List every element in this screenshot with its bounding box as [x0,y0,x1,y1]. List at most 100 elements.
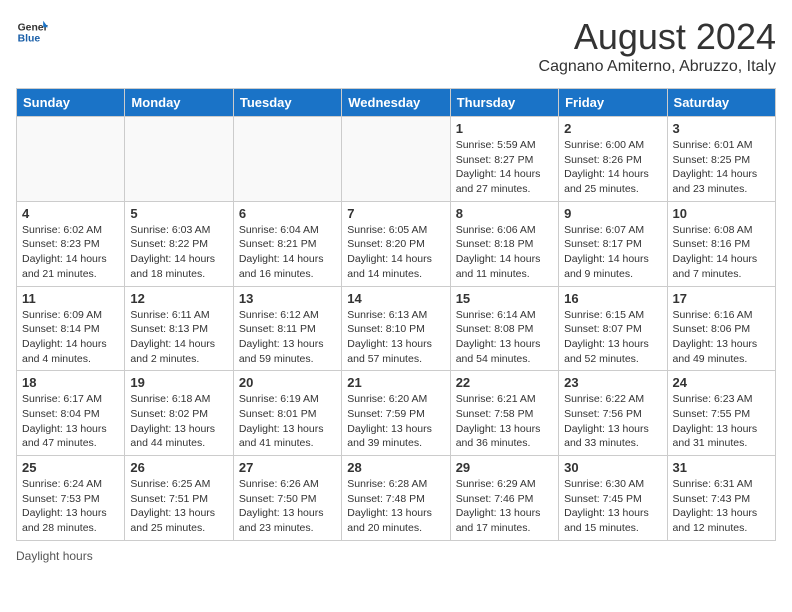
table-row: 11Sunrise: 6:09 AM Sunset: 8:14 PM Dayli… [17,286,125,371]
day-info: Sunrise: 6:13 AM Sunset: 8:10 PM Dayligh… [347,308,444,367]
table-row: 26Sunrise: 6:25 AM Sunset: 7:51 PM Dayli… [125,456,233,541]
daylight-label: Daylight hours [16,549,93,563]
day-info: Sunrise: 6:29 AM Sunset: 7:46 PM Dayligh… [456,477,553,536]
table-row: 7Sunrise: 6:05 AM Sunset: 8:20 PM Daylig… [342,201,450,286]
header-friday: Friday [559,89,667,117]
title-area: August 2024 Cagnano Amiterno, Abruzzo, I… [539,16,776,76]
day-info: Sunrise: 6:16 AM Sunset: 8:06 PM Dayligh… [673,308,770,367]
day-info: Sunrise: 6:06 AM Sunset: 8:18 PM Dayligh… [456,223,553,282]
calendar-week-row: 1 Sunrise: 5:59 AM Sunset: 8:27 PM Daylig… [17,117,776,202]
header-wednesday: Wednesday [342,89,450,117]
day-info: Sunrise: 6:05 AM Sunset: 8:20 PM Dayligh… [347,223,444,282]
logo: General Blue [16,16,48,48]
day-number: 8 [456,206,553,221]
day-number: 25 [22,460,119,475]
day-number: 24 [673,375,770,390]
footer: Daylight hours [16,549,776,563]
header-saturday: Saturday [667,89,775,117]
day-info: Sunrise: 5:59 AM Sunset: 8:27 PM Dayligh… [456,138,553,197]
table-row: 8 Sunrise: 6:06 AM Sunset: 8:18 PM Daylig… [450,201,558,286]
table-row: 2 Sunrise: 6:00 AM Sunset: 8:26 PM Daylig… [559,117,667,202]
day-number: 6 [239,206,336,221]
day-number: 12 [130,291,227,306]
day-info: Sunrise: 6:08 AM Sunset: 8:16 PM Dayligh… [673,223,770,282]
table-row: 19Sunrise: 6:18 AM Sunset: 8:02 PM Dayli… [125,371,233,456]
day-info: Sunrise: 6:03 AM Sunset: 8:22 PM Dayligh… [130,223,227,282]
calendar-week-row: 18 Sunrise: 6:17 AM Sunset: 8:04 PM Dayli… [17,371,776,456]
table-row: 17 Sunrise: 6:16 AM Sunset: 8:06 PM Dayli… [667,286,775,371]
table-row: 5 Sunrise: 6:03 AM Sunset: 8:22 PM Daylig… [125,201,233,286]
table-row: 6 Sunrise: 6:04 AM Sunset: 8:21 PM Daylig… [233,201,341,286]
day-number: 9 [564,206,661,221]
calendar-week-row: 4Sunrise: 6:02 AM Sunset: 8:23 PM Daylig… [17,201,776,286]
header-monday: Monday [125,89,233,117]
table-row: 20Sunrise: 6:19 AM Sunset: 8:01 PM Dayli… [233,371,341,456]
day-info: Sunrise: 6:00 AM Sunset: 8:26 PM Dayligh… [564,138,661,197]
header-tuesday: Tuesday [233,89,341,117]
header-sunday: Sunday [17,89,125,117]
day-number: 19 [130,375,227,390]
day-info: Sunrise: 6:07 AM Sunset: 8:17 PM Dayligh… [564,223,661,282]
table-row: 23 Sunrise: 6:22 AM Sunset: 7:56 PM Dayli… [559,371,667,456]
table-row: 27 Sunrise: 6:26 AM Sunset: 7:50 PM Dayli… [233,456,341,541]
day-number: 26 [130,460,227,475]
table-row: 13 Sunrise: 6:12 AM Sunset: 8:11 PM Dayli… [233,286,341,371]
day-info: Sunrise: 6:01 AM Sunset: 8:25 PM Dayligh… [673,138,770,197]
table-row: 9 Sunrise: 6:07 AM Sunset: 8:17 PM Daylig… [559,201,667,286]
day-info: Sunrise: 6:12 AM Sunset: 8:11 PM Dayligh… [239,308,336,367]
day-number: 4 [22,206,119,221]
day-info: Sunrise: 6:14 AM Sunset: 8:08 PM Dayligh… [456,308,553,367]
table-row: 22 Sunrise: 6:21 AM Sunset: 7:58 PM Dayli… [450,371,558,456]
table-row: 29Sunrise: 6:29 AM Sunset: 7:46 PM Dayli… [450,456,558,541]
table-row: 4Sunrise: 6:02 AM Sunset: 8:23 PM Daylig… [17,201,125,286]
day-info: Sunrise: 6:19 AM Sunset: 8:01 PM Dayligh… [239,392,336,451]
table-row: 24Sunrise: 6:23 AM Sunset: 7:55 PM Dayli… [667,371,775,456]
day-number: 17 [673,291,770,306]
day-number: 13 [239,291,336,306]
table-row: 16 Sunrise: 6:15 AM Sunset: 8:07 PM Dayli… [559,286,667,371]
table-row: 28 Sunrise: 6:28 AM Sunset: 7:48 PM Dayli… [342,456,450,541]
day-info: Sunrise: 6:22 AM Sunset: 7:56 PM Dayligh… [564,392,661,451]
calendar-table: Sunday Monday Tuesday Wednesday Thursday… [16,88,776,541]
table-row: 21Sunrise: 6:20 AM Sunset: 7:59 PM Dayli… [342,371,450,456]
day-number: 10 [673,206,770,221]
day-info: Sunrise: 6:04 AM Sunset: 8:21 PM Dayligh… [239,223,336,282]
table-row: 14 Sunrise: 6:13 AM Sunset: 8:10 PM Dayli… [342,286,450,371]
day-number: 1 [456,121,553,136]
day-info: Sunrise: 6:21 AM Sunset: 7:58 PM Dayligh… [456,392,553,451]
table-row: 12Sunrise: 6:11 AM Sunset: 8:13 PM Dayli… [125,286,233,371]
day-info: Sunrise: 6:15 AM Sunset: 8:07 PM Dayligh… [564,308,661,367]
day-number: 14 [347,291,444,306]
logo-icon: General Blue [16,16,48,48]
day-number: 23 [564,375,661,390]
table-row: 10 Sunrise: 6:08 AM Sunset: 8:16 PM Dayli… [667,201,775,286]
day-number: 28 [347,460,444,475]
table-row: 30Sunrise: 6:30 AM Sunset: 7:45 PM Dayli… [559,456,667,541]
day-info: Sunrise: 6:26 AM Sunset: 7:50 PM Dayligh… [239,477,336,536]
table-row [125,117,233,202]
day-number: 21 [347,375,444,390]
day-number: 3 [673,121,770,136]
day-number: 15 [456,291,553,306]
month-year-title: August 2024 [539,16,776,58]
day-number: 16 [564,291,661,306]
header: General Blue August 2024 Cagnano Amitern… [16,16,776,76]
calendar-week-row: 11Sunrise: 6:09 AM Sunset: 8:14 PM Dayli… [17,286,776,371]
location-subtitle: Cagnano Amiterno, Abruzzo, Italy [539,58,776,76]
table-row [17,117,125,202]
header-thursday: Thursday [450,89,558,117]
calendar-week-row: 25 Sunrise: 6:24 AM Sunset: 7:53 PM Dayli… [17,456,776,541]
day-number: 18 [22,375,119,390]
day-info: Sunrise: 6:31 AM Sunset: 7:43 PM Dayligh… [673,477,770,536]
day-number: 22 [456,375,553,390]
day-info: Sunrise: 6:24 AM Sunset: 7:53 PM Dayligh… [22,477,119,536]
day-number: 27 [239,460,336,475]
svg-text:Blue: Blue [18,34,41,45]
day-number: 5 [130,206,227,221]
table-row: 31Sunrise: 6:31 AM Sunset: 7:43 PM Dayli… [667,456,775,541]
day-number: 30 [564,460,661,475]
table-row: 3 Sunrise: 6:01 AM Sunset: 8:25 PM Daylig… [667,117,775,202]
day-info: Sunrise: 6:28 AM Sunset: 7:48 PM Dayligh… [347,477,444,536]
day-number: 2 [564,121,661,136]
day-info: Sunrise: 6:17 AM Sunset: 8:04 PM Dayligh… [22,392,119,451]
